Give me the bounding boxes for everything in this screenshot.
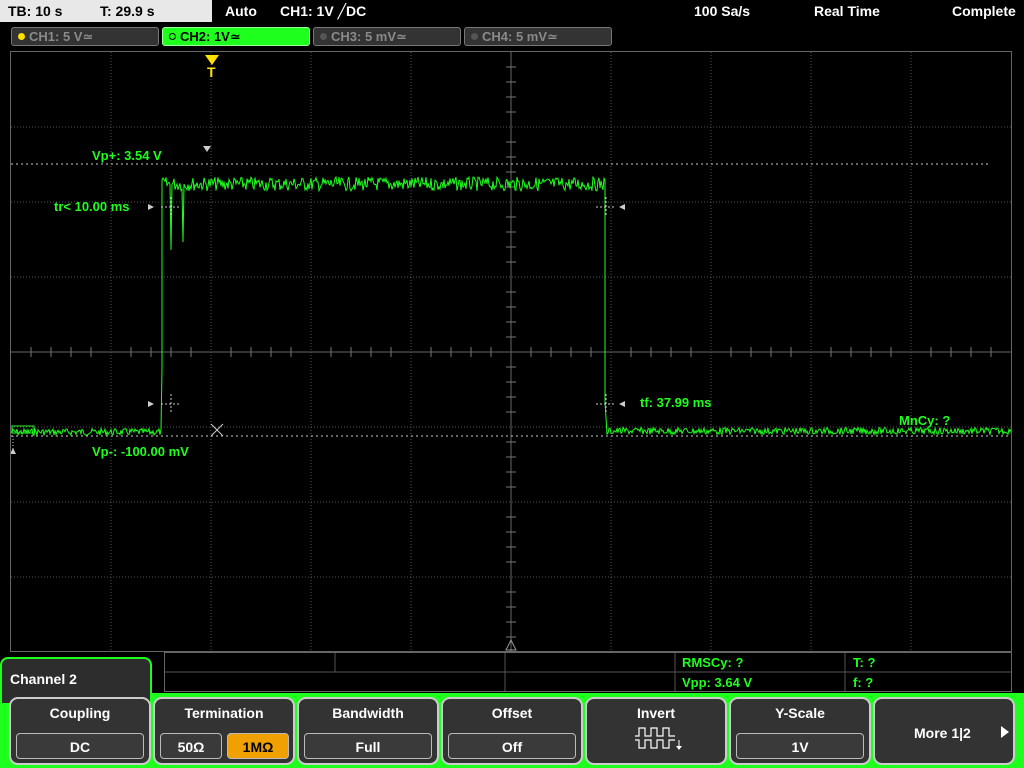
more-softkey[interactable]: More 1|2 bbox=[873, 697, 1015, 765]
time-position-readout: T: 29.9 s bbox=[100, 3, 155, 19]
waveform-display[interactable]: T Vp+: 3.54 V tr< 10.00 ms tf: 37.99 ms … bbox=[10, 51, 1012, 652]
termination-title: Termination bbox=[184, 705, 264, 721]
offset-value: Off bbox=[448, 733, 576, 759]
waveform-svg bbox=[11, 52, 1011, 651]
trigger-source[interactable]: CH1: 1V ╱DC bbox=[280, 3, 366, 20]
tab-ch2-label: CH2: 1V≃ bbox=[180, 29, 241, 44]
sample-rate: 100 Sa/s bbox=[694, 3, 751, 19]
tr-low-arrow-icon bbox=[148, 401, 154, 407]
meas-period: T: ? bbox=[853, 655, 876, 670]
ch1-color-dot bbox=[18, 33, 25, 40]
tab-ch3[interactable]: CH3: 5 mV≃ bbox=[313, 27, 461, 46]
coupling-softkey[interactable]: Coupling DC bbox=[9, 697, 151, 765]
tab-ch4[interactable]: CH4: 5 mV≃ bbox=[464, 27, 612, 46]
coupling-value: DC bbox=[16, 733, 144, 759]
measurement-table: RMSCy: ? T: ? Vpp: 3.64 V f: ? bbox=[164, 652, 1012, 692]
bandwidth-value: Full bbox=[304, 733, 432, 759]
status-bar: Auto CH1: 1V ╱DC 100 Sa/s Real Time Comp… bbox=[214, 0, 1024, 22]
more-arrow-icon bbox=[1001, 726, 1009, 738]
vp-minus-label: Vp-: -100.00 mV bbox=[92, 444, 189, 459]
tf-arrow-icon bbox=[619, 204, 625, 210]
ch4-color-dot bbox=[471, 33, 478, 40]
vp-plus-arrow-icon bbox=[203, 146, 211, 152]
coupling-title: Coupling bbox=[49, 705, 111, 721]
invert-waveform-icon bbox=[635, 727, 682, 750]
invert-title: Invert bbox=[636, 705, 676, 721]
yscale-title: Y-Scale bbox=[775, 705, 825, 721]
trigger-label: T bbox=[207, 64, 216, 80]
offset-title: Offset bbox=[491, 705, 533, 721]
offset-softkey[interactable]: Offset Off bbox=[441, 697, 583, 765]
mncy-label: MnCy: ? bbox=[899, 413, 951, 428]
bandwidth-title: Bandwidth bbox=[332, 705, 404, 721]
termination-1mohm[interactable]: 1MΩ bbox=[227, 733, 289, 759]
bandwidth-softkey[interactable]: Bandwidth Full bbox=[297, 697, 439, 765]
tf-low-arrow-icon bbox=[619, 401, 625, 407]
rise-time-label: tr< 10.00 ms bbox=[54, 199, 130, 214]
tab-ch1-label: CH1: 5 V≃ bbox=[29, 29, 94, 44]
ch3-color-dot bbox=[320, 33, 327, 40]
more-label: More 1|2 bbox=[914, 725, 971, 741]
termination-softkey[interactable]: Termination 50Ω 1MΩ bbox=[153, 697, 295, 765]
termination-50ohm[interactable]: 50Ω bbox=[160, 733, 222, 759]
acquisition-mode: Real Time bbox=[814, 3, 880, 19]
invert-softkey[interactable]: Invert bbox=[585, 697, 727, 765]
ch2-color-dot bbox=[169, 33, 176, 40]
tab-ch3-label: CH3: 5 mV≃ bbox=[331, 29, 407, 44]
timebase-readout: TB: 10 s bbox=[8, 3, 63, 19]
tab-ch4-label: CH4: 5 mV≃ bbox=[482, 29, 558, 44]
vp-plus-label: Vp+: 3.54 V bbox=[92, 148, 162, 163]
measurement-grid bbox=[165, 653, 1011, 691]
tab-ch1[interactable]: CH1: 5 V≃ bbox=[11, 27, 159, 46]
acquisition-state: Complete bbox=[952, 3, 1016, 19]
meas-rmscy: RMSCy: ? bbox=[682, 655, 744, 670]
tab-ch2[interactable]: CH2: 1V≃ bbox=[162, 27, 310, 46]
tr-arrow-icon bbox=[148, 204, 154, 210]
timebase-box[interactable]: TB: 10 s T: 29.9 s bbox=[0, 0, 212, 22]
meas-vpp: Vpp: 3.64 V bbox=[682, 675, 753, 690]
meas-frequency: f: ? bbox=[853, 675, 874, 690]
edge-markers bbox=[161, 197, 616, 437]
fall-time-label: tf: 37.99 ms bbox=[640, 395, 712, 410]
yscale-value: 1V bbox=[736, 733, 864, 759]
trigger-mode[interactable]: Auto bbox=[225, 3, 257, 19]
yscale-softkey[interactable]: Y-Scale 1V bbox=[729, 697, 871, 765]
